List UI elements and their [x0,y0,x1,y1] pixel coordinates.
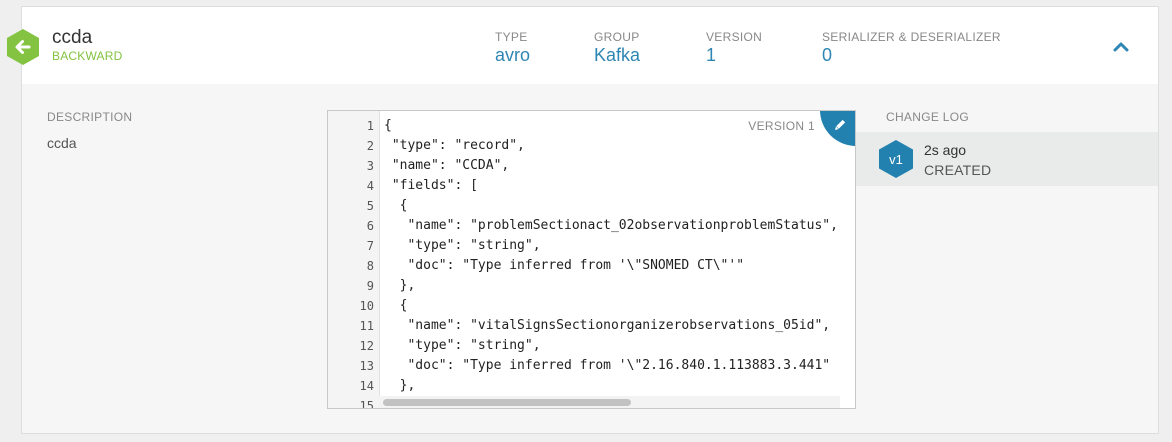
line-number: 7 [366,239,374,253]
line-number: 3 [366,159,374,173]
line-number: 8 [366,259,374,273]
meta-group-label: GROUP [594,30,640,44]
code-area[interactable]: { "type": "record", "name": "CCDA", "fie… [384,111,844,408]
scrollbar-thumb[interactable] [383,399,631,406]
line-number: 6 [366,219,374,233]
line-number: 11 [359,319,374,333]
line-number: 14 [359,379,374,393]
code-line: "type": "string", [384,338,541,353]
line-number: 10 [359,299,374,313]
meta-serdes-value: 0 [822,45,833,65]
version-badge: v1 [879,140,913,178]
schema-text-editor[interactable]: 1 2 3 4 5 6 7 8 9 10 11 12 13 14 15 { "t… [327,110,856,409]
code-line: "type": "string", [384,238,541,253]
meta-type-value: avro [495,45,531,65]
pencil-icon[interactable] [820,110,856,146]
line-number: 5 [366,199,374,213]
line-number: 15 [359,399,374,409]
meta-version: VERSION 1 [706,30,762,66]
line-number: 4 [366,179,374,193]
code-line: }, [384,378,416,393]
code-line: "fields": [ [384,178,478,193]
code-line: }, [384,278,416,293]
schema-name: ccda [52,27,93,48]
description-value: ccda [47,135,77,151]
editor-version-label: VERSION 1 [748,119,815,133]
meta-version-value: 1 [706,45,717,65]
code-line: "type": "record", [384,138,525,153]
meta-type-label: TYPE [495,30,528,44]
changelog-label: CHANGE LOG [886,110,970,124]
code-line: { [384,298,408,313]
code-line: "doc": "Type inferred from '\"SNOMED CT\… [384,258,745,273]
schema-header: ccda BACKWARD TYPE avro GROUP Kafka VERS… [7,7,1158,84]
meta-serdes: SERIALIZER & DESERIALIZER 0 [822,30,1001,66]
line-number: 12 [359,339,374,353]
meta-type: TYPE avro [495,30,530,66]
version-badge-text: v1 [889,152,903,167]
description-label: DESCRIPTION [47,110,133,124]
line-number-gutter: 1 2 3 4 5 6 7 8 9 10 11 12 13 14 15 [328,111,380,408]
meta-group: GROUP Kafka [594,30,640,66]
code-line: "name": "CCDA", [384,158,510,173]
chevron-up-icon[interactable] [1111,37,1131,57]
line-number: 1 [366,119,374,133]
code-line: "name": "problemSectionact_02observation… [384,218,838,233]
schema-card: ccda BACKWARD TYPE avro GROUP Kafka VERS… [7,6,1159,434]
meta-version-label: VERSION [706,30,763,44]
changelog-item[interactable]: v1 2s ago CREATED [856,132,1158,186]
arrow-left-icon[interactable] [7,29,39,65]
meta-group-value: Kafka [594,45,641,65]
compatibility-label: BACKWARD [52,49,123,63]
code-line: { [384,198,408,213]
meta-serdes-label: SERIALIZER & DESERIALIZER [822,30,1001,44]
changelog-time: 2s ago [924,142,967,158]
horizontal-scrollbar[interactable] [379,396,840,408]
changelog-status: CREATED [924,162,992,178]
line-number: 2 [366,139,374,153]
code-line: "name": "vitalSignsSectionorganizerobser… [384,318,831,333]
line-number: 9 [366,279,374,293]
code-line: "doc": "Type inferred from '\"2.16.840.1… [384,358,831,373]
line-number: 13 [359,359,374,373]
code-line: { [384,118,392,133]
